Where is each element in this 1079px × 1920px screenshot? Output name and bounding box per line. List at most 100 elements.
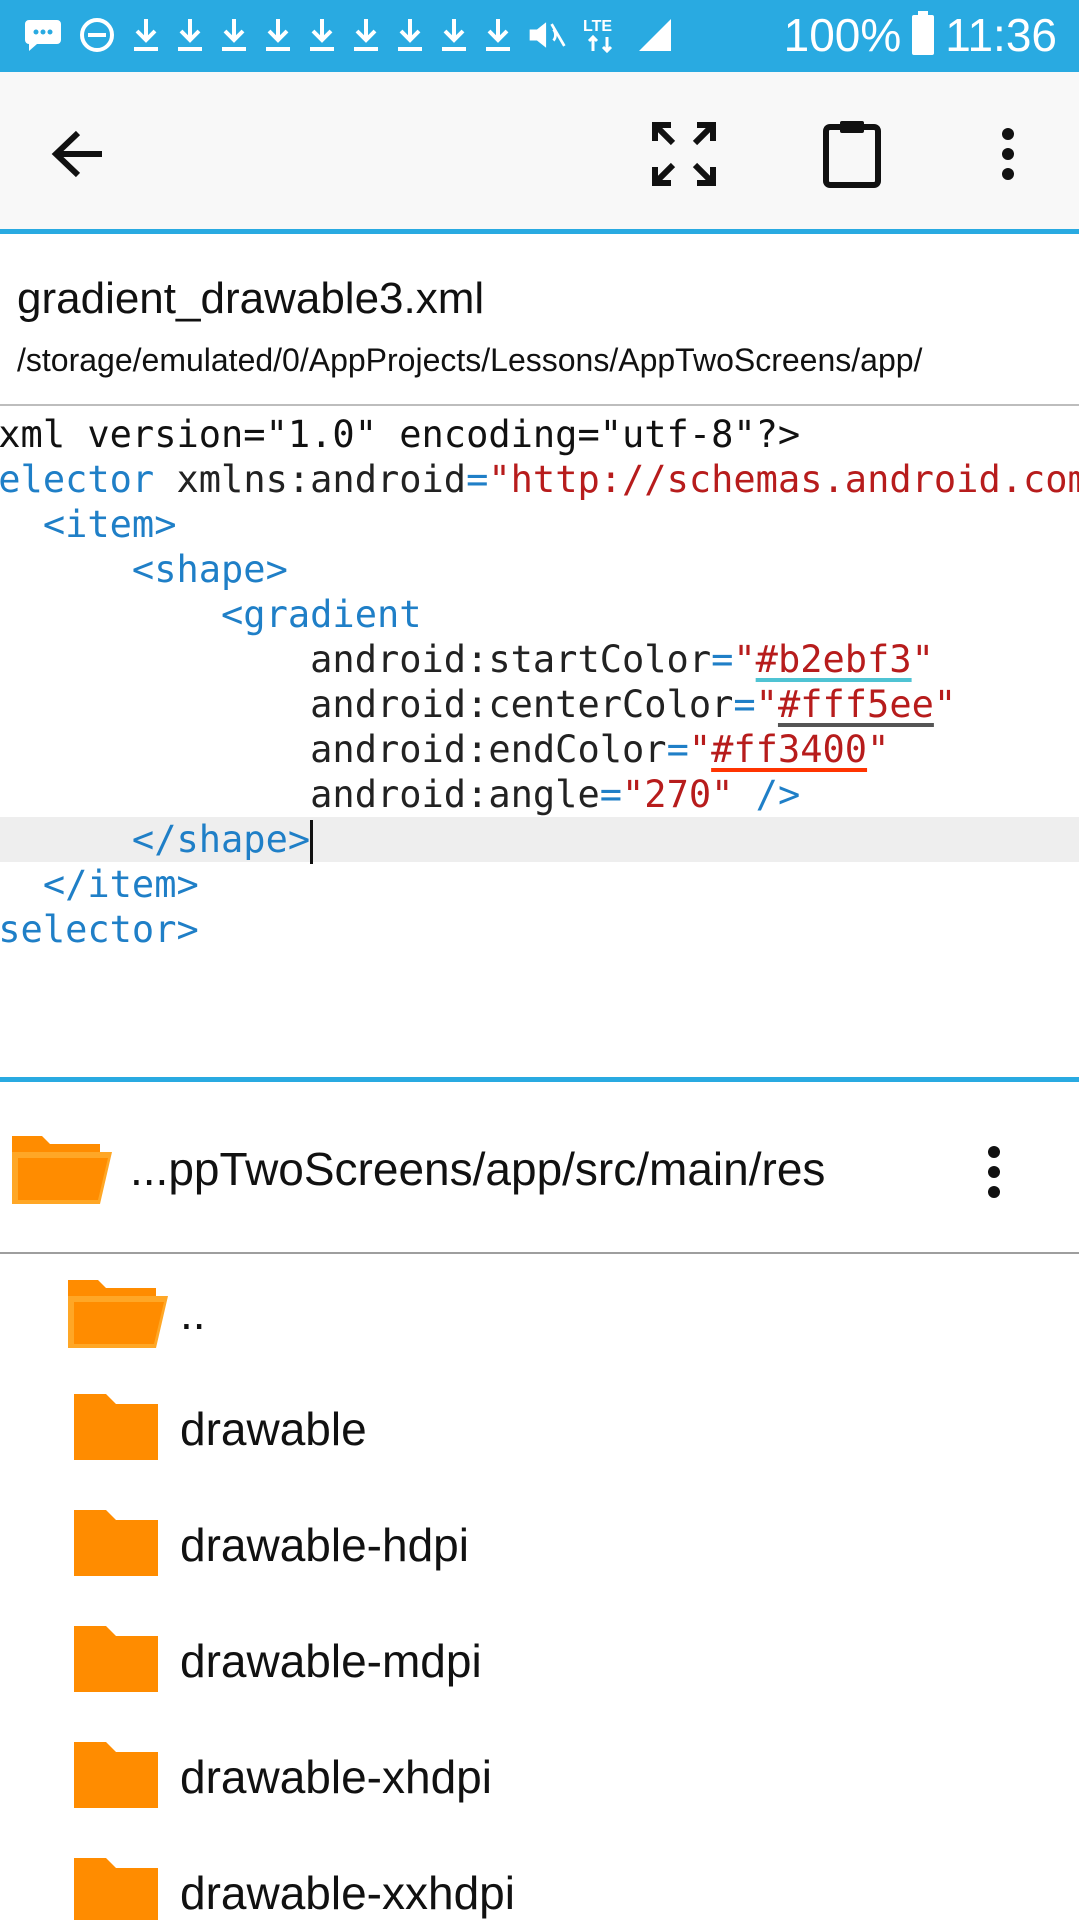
code-token: ?xml version="1.0" encoding="utf-8"?> bbox=[0, 413, 801, 456]
code-token: " bbox=[688, 728, 712, 771]
download-icon bbox=[174, 14, 206, 56]
download-icon bbox=[218, 14, 250, 56]
code-token: = bbox=[599, 773, 623, 816]
code-token: = bbox=[466, 458, 489, 501]
download-icons bbox=[130, 14, 514, 56]
code-token: /> bbox=[733, 773, 801, 816]
color-value: #ff3400 bbox=[711, 728, 868, 771]
code-token: <item> bbox=[42, 503, 177, 546]
download-icon bbox=[130, 14, 162, 56]
parent-folder-item[interactable]: .. bbox=[0, 1254, 1079, 1370]
code-token: android:angle bbox=[0, 773, 600, 816]
download-icon bbox=[306, 14, 338, 56]
browser-more-button[interactable] bbox=[984, 1144, 1004, 1205]
code-line[interactable]: </shape> bbox=[0, 817, 1079, 864]
code-token: android:startColor bbox=[0, 638, 712, 681]
code-token: xmlns:android bbox=[154, 458, 467, 501]
battery-percent: 100% bbox=[783, 9, 902, 61]
toolbar bbox=[0, 72, 1079, 234]
code-token: <gradient bbox=[0, 593, 422, 636]
code-line[interactable]: <item> bbox=[0, 502, 177, 547]
folder-name: drawable-xhdpi bbox=[180, 1751, 492, 1803]
file-path: /storage/emulated/0/AppProjects/Lessons/… bbox=[17, 342, 923, 378]
message-icon bbox=[22, 14, 64, 56]
code-token: " bbox=[911, 638, 934, 681]
clock: 11:36 bbox=[945, 9, 1057, 61]
folder-item[interactable]: drawable-xxhdpi bbox=[0, 1834, 1079, 1920]
code-token: android:endColor bbox=[0, 728, 667, 771]
code-line[interactable]: selector xmlns:android="http://schemas.a… bbox=[0, 457, 1079, 502]
fullscreen-button[interactable] bbox=[642, 112, 726, 196]
folder-name: drawable-hdpi bbox=[180, 1519, 469, 1571]
code-line[interactable]: <shape> bbox=[0, 547, 288, 592]
code-token: " bbox=[733, 638, 756, 681]
download-icon bbox=[438, 14, 470, 56]
download-icon bbox=[394, 14, 426, 56]
download-icon bbox=[262, 14, 294, 56]
back-button[interactable] bbox=[36, 112, 120, 196]
text-cursor bbox=[310, 819, 314, 864]
more-vert-icon bbox=[1002, 128, 1014, 180]
folder-name: drawable-mdpi bbox=[180, 1635, 482, 1687]
code-line[interactable]: android:startColor="#b2ebf3" bbox=[0, 637, 934, 682]
mute-icon bbox=[526, 14, 568, 56]
code-token: " bbox=[933, 683, 957, 726]
code-line[interactable]: android:centerColor="#fff5ee" bbox=[0, 682, 956, 727]
clipboard-button[interactable] bbox=[810, 112, 894, 196]
fullscreen-icon bbox=[652, 122, 716, 186]
current-folder-path: ...ppTwoScreens/app/src/main/res bbox=[130, 1143, 826, 1195]
folder-item[interactable]: drawable bbox=[0, 1370, 1079, 1486]
status-right: 100% 11:36 bbox=[784, 8, 1057, 62]
code-line[interactable]: android:angle="270" /> bbox=[0, 772, 800, 817]
code-token: = bbox=[666, 728, 689, 771]
svg-text:LTE: LTE bbox=[583, 18, 612, 35]
color-value: #b2ebf3 bbox=[755, 638, 912, 681]
download-icon bbox=[350, 14, 382, 56]
file-header: gradient_drawable3.xml /storage/emulated… bbox=[0, 234, 1079, 406]
folder-icon bbox=[72, 1738, 160, 1815]
signal-icon bbox=[634, 14, 676, 56]
folder-item[interactable]: drawable-mdpi bbox=[0, 1602, 1079, 1718]
more-options-button[interactable] bbox=[966, 112, 1050, 196]
code-token: </item> bbox=[42, 863, 199, 906]
battery-icon bbox=[911, 10, 935, 60]
code-line[interactable]: /selector> bbox=[0, 907, 199, 952]
folder-item[interactable]: drawable-hdpi bbox=[0, 1486, 1079, 1602]
code-line[interactable]: ?xml version="1.0" encoding="utf-8"?> bbox=[0, 412, 800, 457]
folder-icon bbox=[72, 1390, 160, 1467]
folder-icon bbox=[72, 1854, 160, 1920]
folder-name: drawable-xxhdpi bbox=[180, 1867, 515, 1919]
clipboard-icon bbox=[823, 121, 881, 188]
folder-icon bbox=[72, 1622, 160, 1699]
more-vert-icon bbox=[988, 1146, 1000, 1198]
code-token: "270" bbox=[622, 773, 734, 816]
code-line[interactable]: </item> bbox=[0, 862, 199, 907]
code-token: android:centerColor bbox=[0, 683, 734, 726]
browser-header: ...ppTwoScreens/app/src/main/res bbox=[0, 1082, 1079, 1254]
code-editor[interactable]: ?xml version="1.0" encoding="utf-8"?>sel… bbox=[0, 406, 1079, 1082]
code-token: </shape> bbox=[0, 818, 311, 861]
lte-icon: LTE bbox=[580, 14, 622, 56]
download-icon bbox=[482, 14, 514, 56]
file-browser: ...ppTwoScreens/app/src/main/res .. drawa… bbox=[0, 1082, 1079, 1920]
folder-name: .. bbox=[180, 1287, 206, 1339]
folder-open-icon bbox=[66, 1274, 168, 1355]
code-token: " bbox=[867, 728, 890, 771]
folder-item[interactable]: drawable-xhdpi bbox=[0, 1718, 1079, 1834]
arrow-left-icon bbox=[51, 130, 102, 178]
code-line[interactable]: <gradient bbox=[0, 592, 422, 637]
code-token: selector bbox=[0, 458, 155, 501]
file-name: gradient_drawable3.xml bbox=[17, 274, 485, 323]
status-bar: LTE 100% 11:36 bbox=[0, 0, 1079, 72]
folder-icon bbox=[72, 1506, 160, 1583]
folder-name: drawable bbox=[180, 1403, 367, 1455]
code-token: = bbox=[733, 683, 756, 726]
code-token: = bbox=[711, 638, 734, 681]
notification-icons: LTE bbox=[22, 14, 676, 56]
code-token: /selector> bbox=[0, 908, 199, 951]
code-line[interactable]: android:endColor="#ff3400" bbox=[0, 727, 889, 772]
do-not-disturb-icon bbox=[76, 14, 118, 56]
code-token: "http://schemas.android.com/apk/res/andr… bbox=[488, 458, 1079, 501]
code-token: <shape> bbox=[0, 548, 288, 591]
color-value: #fff5ee bbox=[777, 683, 934, 726]
